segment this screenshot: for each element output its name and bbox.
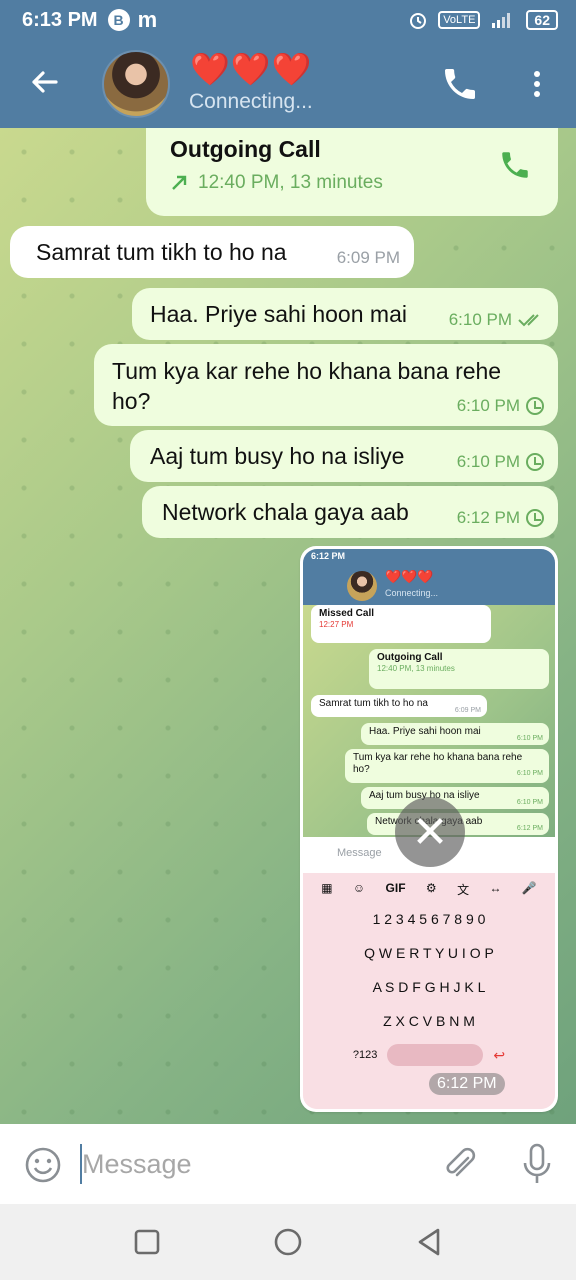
screenshot-image-message[interactable]: 6:12 PM ❤️❤️❤️ Connecting... Missed Call… [300,546,558,1112]
message-time: 6:09 PM [336,248,400,267]
thumb-status-bar: 6:12 PM [303,549,555,565]
thumb-message: Samrat tum tikh to ho na 6:09 PM [311,695,487,717]
message-meta: 6:10 PM [449,310,544,330]
message-input[interactable] [82,1142,402,1186]
message-text: Aaj tum busy ho na isliye [150,443,405,469]
phone-call-icon[interactable] [440,64,480,104]
status-app-badge-icon: B [107,9,130,31]
avatar[interactable] [102,50,170,118]
message-meta: 6:12 PM [457,508,544,528]
call-title: Outgoing Call [170,136,321,162]
message-bubble-incoming[interactable]: Samrat tum tikh to ho na 6:09 PM [10,226,414,278]
message-bubble-outgoing[interactable]: Aaj tum busy ho na isliye 6:10 PM [130,430,558,482]
message-bubble-outgoing[interactable]: Haa. Priye sahi hoon mai 6:10 PM [132,288,558,340]
thumb-message: Haa. Priye sahi hoon mai 6:10 PM [361,723,549,745]
thumb-header: ❤️❤️❤️ Connecting... [303,565,555,605]
double-check-icon [518,314,539,327]
chat-status: Connecting... [189,90,313,113]
thumb-keyboard-row: 1 2 3 4 5 6 7 8 9 0 [372,911,486,927]
clock-icon [526,509,544,527]
thumb-avatar [347,571,377,601]
phone-icon[interactable] [498,148,532,182]
volte-badge: VoLTE [438,11,481,29]
thumb-keyboard-row: Q W E R T Y U I O P [364,945,494,961]
outgoing-arrow-icon [172,175,187,190]
message-time: 6:10 PM [448,310,512,329]
message-time: 6:10 PM [456,396,520,415]
message-input-bar [0,1124,576,1204]
thumb-outgoing-call: Outgoing Call 12:40 PM, 13 minutes [369,649,549,689]
emoji-icon[interactable] [24,1146,62,1184]
call-info: 12:40 PM, 13 minutes [170,172,383,194]
message-text: Samrat tum tikh to ho na [36,239,287,265]
status-time: 6:13 PM [22,8,98,31]
screenshot-time: 6:12 PM [429,1073,505,1095]
message-text: Network chala gaya aab [162,499,409,525]
message-meta: 6:10 PM [457,396,544,416]
thumb-missed-call: Missed Call 12:27 PM [311,605,491,643]
system-navigation-bar [0,1204,576,1280]
microphone-icon[interactable] [520,1142,554,1186]
back-icon[interactable] [414,1226,446,1258]
clock-icon [526,397,544,415]
alarm-icon [410,13,427,29]
message-bubble-outgoing[interactable]: Network chala gaya aab 6:12 PM [142,486,558,538]
recent-apps-icon[interactable] [131,1226,163,1258]
thumb-keyboard-row: ?123 ↩ [303,1038,555,1072]
more-menu-icon[interactable] [522,64,552,104]
thumb-keyboard-toolbar: ▦ ☺ GIF ⚙ 文 ↔ 🎤 [321,881,537,897]
back-arrow-icon[interactable] [26,64,62,100]
call-info-text: 12:40 PM, 13 minutes [198,172,383,193]
home-icon[interactable] [272,1226,304,1258]
clock-icon [526,453,544,471]
thumb-input-placeholder: Message [337,847,382,859]
message-meta: 6:10 PM [457,452,544,472]
screenshot-preview: 6:12 PM ❤️❤️❤️ Connecting... Missed Call… [303,549,555,1109]
chat-header: ❤️❤️❤️ Connecting... [0,40,576,128]
thumb-keyboard-row: A S D F G H J K L [372,979,486,995]
chat-area[interactable]: Outgoing Call 12:40 PM, 13 minutes Samra… [0,128,576,1124]
attach-icon[interactable] [440,1144,480,1184]
close-icon: ✕ [395,797,465,867]
battery-indicator: 62 [526,10,558,30]
message-time: 6:10 PM [456,452,520,471]
message-text: Haa. Priye sahi hoon mai [150,301,407,327]
thumb-message: Tum kya kar rehe ho khana bana rehe ho? 6… [345,749,549,783]
message-time: 6:12 PM [456,508,520,527]
thumb-message: Aaj tum busy ho na isliye 6:10 PM [361,787,549,809]
thumb-keyboard: ▦ ☺ GIF ⚙ 文 ↔ 🎤 1 2 3 4 5 6 7 8 9 0 Q W E R T … [303,873,555,1109]
signal-icon [492,13,511,28]
status-app-letter: m [137,7,158,32]
outgoing-call-bubble[interactable]: Outgoing Call 12:40 PM, 13 minutes [146,128,558,216]
thumb-subtitle: Connecting... [385,588,439,598]
message-bubble-outgoing[interactable]: Tum kya kar rehe ho khana bana rehe ho? … [94,344,558,426]
status-bar: 6:13 PM B m VoLTE 62 [0,0,576,40]
thumb-keyboard-row: Z X C V B N M [383,1013,475,1029]
thumb-title: ❤️❤️❤️ [385,569,434,584]
chat-title[interactable]: ❤️❤️❤️ [190,50,313,88]
